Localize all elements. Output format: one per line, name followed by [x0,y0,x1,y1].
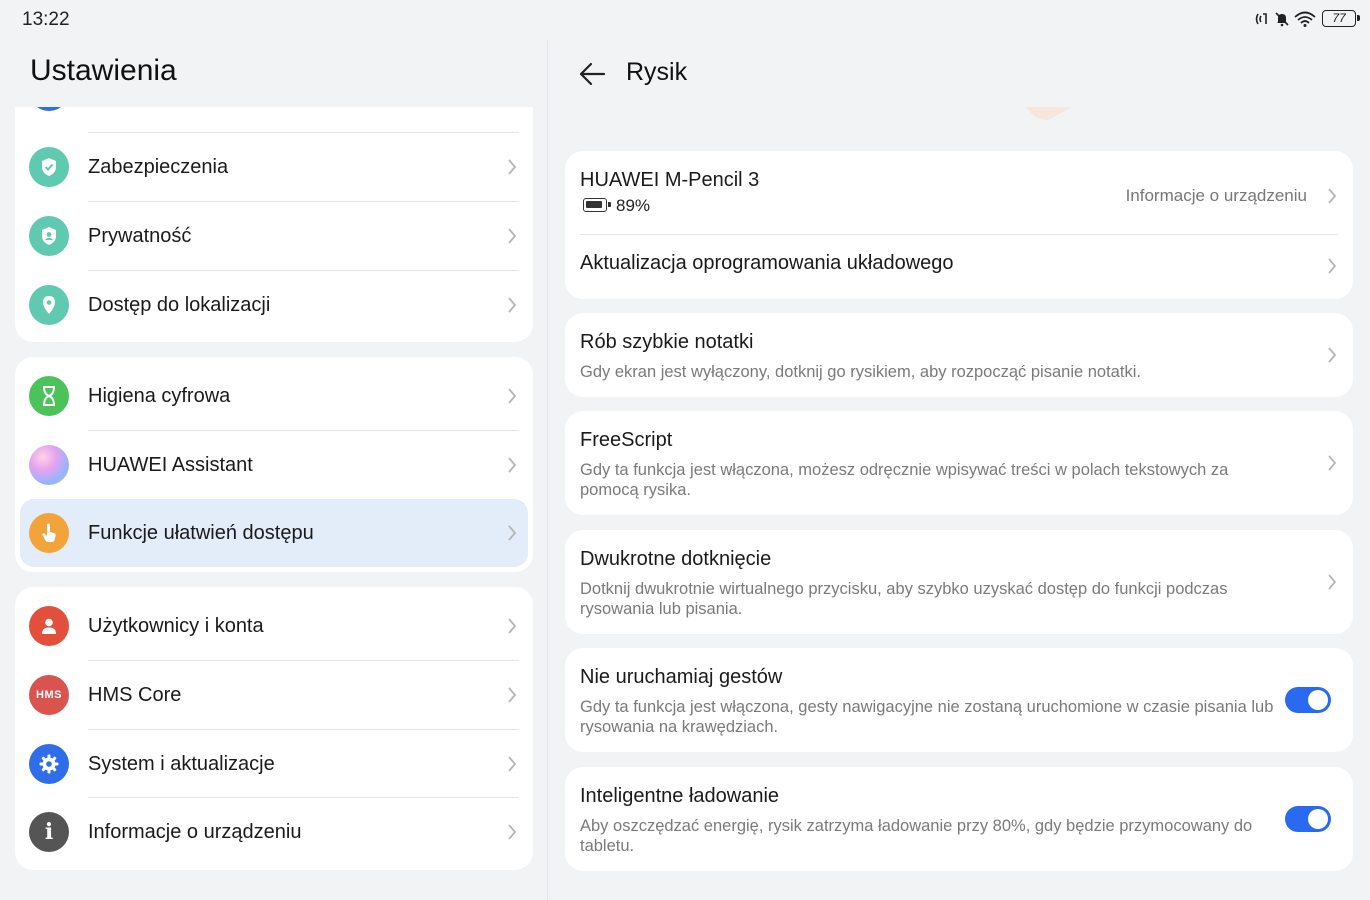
settings-item-hms-core[interactable]: HMS HMS Core [15,661,533,729]
pen-battery-percent: 89% [616,196,651,215]
firmware-update-row[interactable]: Aktualizacja oprogramowania układowego [565,235,1353,299]
assistant-orb-icon [29,445,69,485]
hms-icon-text: HMS [36,689,62,701]
hms-icon: HMS [29,675,69,715]
disable-gestures-card: Nie uruchamiaj gestów Gdy ta funkcja jes… [565,648,1353,752]
settings-item-label: Higiena cyfrowa [88,384,231,407]
settings-list[interactable]: Zabezpieczenia Prywatność Dostęp do loka… [0,107,547,900]
settings-item-label: Użytkownicy i konta [88,614,264,637]
chevron-right-icon [508,824,517,840]
battery-status-icon: 77 [1322,10,1360,27]
status-time: 13:22 [22,9,70,30]
hand-pointer-icon [29,513,69,553]
chevron-right-icon [1328,574,1337,590]
settings-item-label: Funkcje ułatwień dostępu [88,521,314,544]
chevron-right-icon [508,388,517,404]
double-tap-card[interactable]: Dwukrotne dotknięcie Dotknij dwukrotnie … [565,530,1353,634]
stylus-illustration-edge [1026,107,1072,121]
card-description: Gdy ekran jest wyłączony, dotknij go rys… [580,363,1141,381]
wifi-icon [1294,11,1316,27]
card-title: Dwukrotne dotknięcie [580,548,772,570]
smart-charging-toggle[interactable] [1285,806,1331,832]
partial-item-icon [29,107,69,111]
status-bar: 13:22 77 [0,0,1370,40]
settings-group-system: Użytkownicy i konta HMS HMS Core System … [15,587,533,870]
settings-item-label: Zabezpieczenia [88,155,229,178]
status-icons: 77 [1254,10,1360,27]
chevron-right-icon [508,159,517,175]
user-icon [29,606,69,646]
chevron-right-icon [508,525,517,541]
settings-item-accessibility[interactable]: Funkcje ułatwień dostępu [20,499,528,567]
settings-item-about-device[interactable]: i Informacje o urządzeniu [15,798,533,866]
settings-item-label: HUAWEI Assistant [88,453,253,476]
location-pin-icon [29,285,69,325]
chevron-right-icon [508,228,517,244]
settings-group-security: Zabezpieczenia Prywatność Dostęp do loka… [15,107,533,342]
freescript-card[interactable]: FreeScript Gdy ta funkcja jest włączona,… [565,411,1353,515]
settings-item-label: Informacje o urządzeniu [88,820,302,843]
back-arrow-icon[interactable] [576,58,608,90]
info-icon: i [29,812,69,852]
nfc-icon [1255,12,1267,24]
chevron-right-icon [508,687,517,703]
pane-divider [547,40,548,900]
settings-item-label: Prywatność [88,224,192,247]
hourglass-icon [29,376,69,416]
chevron-right-icon [1328,188,1337,204]
card-title: Inteligentne ładowanie [580,785,780,807]
gear-icon [29,744,69,784]
quick-notes-card[interactable]: Rób szybkie notatki Gdy ekran jest wyłąc… [565,313,1353,397]
smart-charging-card: Inteligentne ładowanie Aby oszczędzać en… [565,767,1353,871]
settings-item-users-accounts[interactable]: Użytkownicy i konta [15,592,533,660]
card-description: Gdy ta funkcja jest włączona, możesz odr… [580,461,1229,499]
card-description: Dotknij dwukrotnie wirtualnego przycisku… [580,580,1228,618]
card-description: Aby oszczędzać energię, rysik zatrzyma ł… [580,817,1253,855]
card-title: Nie uruchamiaj gestów [580,666,783,688]
pen-battery-icon [583,198,611,212]
device-card: HUAWEI M-Pencil 3 89% Informacje o urząd… [565,151,1353,299]
settings-item-label: Dostęp do lokalizacji [88,293,271,316]
settings-group-wellbeing: Higiena cyfrowa HUAWEI Assistant Funkcje… [15,357,533,572]
settings-item-digital-balance[interactable]: Higiena cyfrowa [15,362,533,430]
disable-gestures-toggle[interactable] [1285,687,1331,713]
settings-item-privacy[interactable]: Prywatność [15,202,533,270]
chevron-right-icon [1328,455,1337,471]
settings-item-location[interactable]: Dostęp do lokalizacji [15,271,533,339]
privacy-shield-icon [29,216,69,256]
bell-muted-icon [1275,11,1289,26]
settings-item-security[interactable]: Zabezpieczenia [15,133,533,201]
device-name: HUAWEI M-Pencil 3 [580,169,760,191]
settings-item-huawei-assistant[interactable]: HUAWEI Assistant [15,431,533,499]
firmware-update-label: Aktualizacja oprogramowania układowego [580,252,954,274]
card-title: Rób szybkie notatki [580,331,754,353]
chevron-right-icon [508,297,517,313]
chevron-right-icon [508,756,517,772]
chevron-right-icon [1328,347,1337,363]
shield-check-icon [29,147,69,187]
card-description: Gdy ta funkcja jest włączona, gesty nawi… [580,698,1274,736]
settings-item-label: System i aktualizacje [88,752,275,775]
settings-item-system-updates[interactable]: System i aktualizacje [15,730,533,798]
chevron-right-icon [508,457,517,473]
chevron-right-icon [1328,258,1337,274]
settings-item-label: HMS Core [88,683,182,706]
page-title-stylus: Rysik [626,58,688,86]
page-title: Ustawienia [30,54,177,87]
chevron-right-icon [508,618,517,634]
device-info-link[interactable]: Informacje o urządzeniu [1126,186,1307,206]
card-title: FreeScript [580,429,673,451]
